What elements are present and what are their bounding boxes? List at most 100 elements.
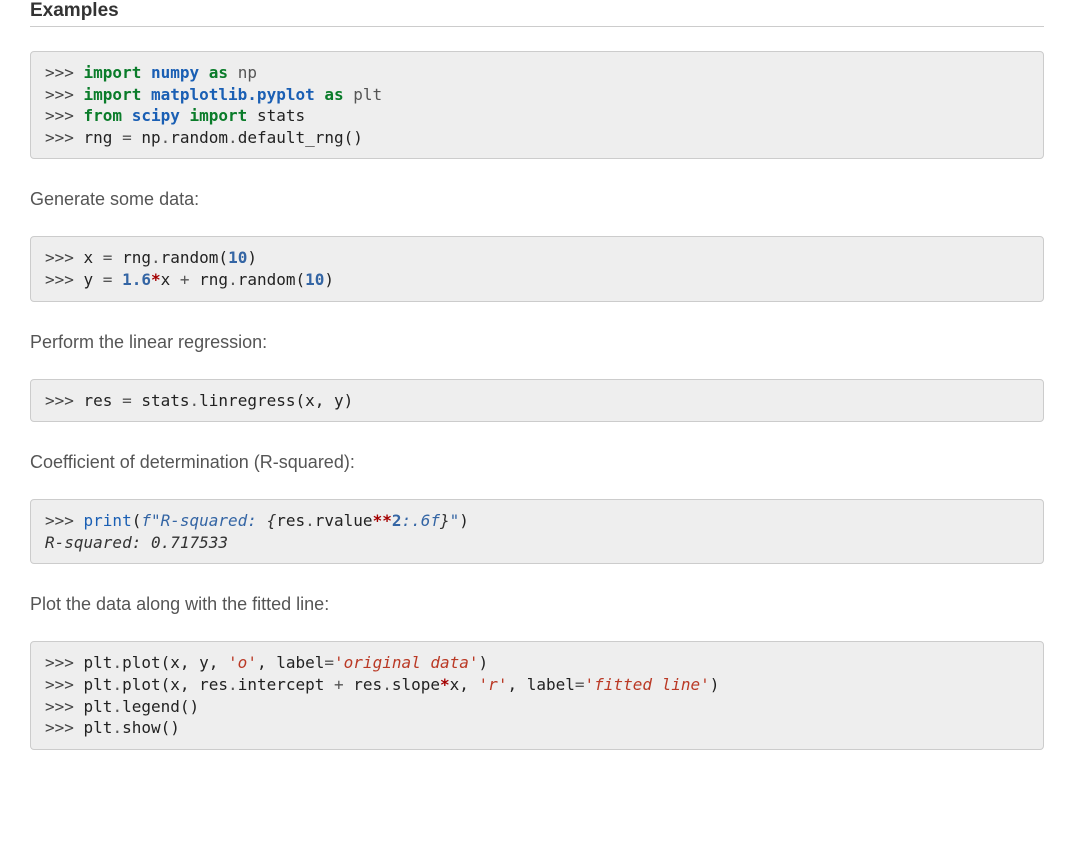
operator: *	[151, 270, 161, 289]
name: plot	[122, 675, 161, 694]
paren: )	[324, 270, 334, 289]
parens: ()	[180, 697, 199, 716]
repl-prompt: >>>	[45, 511, 84, 530]
repl-prompt: >>>	[45, 106, 84, 125]
code-text	[180, 106, 190, 125]
name: plt	[84, 718, 113, 737]
dot: .	[151, 248, 161, 267]
dot: .	[382, 675, 392, 694]
code-text	[141, 63, 151, 82]
name: x	[84, 248, 103, 267]
paren: )	[710, 675, 720, 694]
dot: .	[305, 511, 315, 530]
string: 'r'	[479, 675, 508, 694]
name: plot	[122, 653, 161, 672]
code-block-data: >>> x = rng.random(10) >>> y = 1.6*x + r…	[30, 236, 1044, 301]
name: res	[84, 391, 123, 410]
alias: plt	[353, 85, 382, 104]
module-name: matplotlib.pyplot	[151, 85, 315, 104]
paren: )	[459, 511, 469, 530]
string: f"R-squared:	[141, 511, 266, 530]
repl-prompt: >>>	[45, 85, 84, 104]
operator: =	[103, 248, 113, 267]
code-text	[199, 63, 209, 82]
repl-prompt: >>>	[45, 391, 84, 410]
output-text: R-squared: 0.717533	[45, 533, 228, 552]
name: intercept	[238, 675, 334, 694]
code-text	[122, 106, 132, 125]
parens: (x, y)	[295, 391, 353, 410]
name: slope	[392, 675, 440, 694]
parens: (x, res	[161, 675, 228, 694]
name: , label	[507, 675, 574, 694]
code-text	[315, 85, 325, 104]
name: np	[141, 128, 160, 147]
keyword: from	[84, 106, 123, 125]
repl-prompt: >>>	[45, 248, 84, 267]
operator: +	[180, 270, 199, 289]
name: , label	[257, 653, 324, 672]
name: plt	[84, 653, 113, 672]
keyword: import	[84, 85, 142, 104]
paren: )	[479, 653, 489, 672]
builtin: print	[84, 511, 132, 530]
dot: .	[190, 391, 200, 410]
keyword: as	[209, 63, 228, 82]
description-text: Plot the data along with the fitted line…	[30, 594, 1044, 615]
parens: ()	[344, 128, 363, 147]
name: plt	[84, 697, 113, 716]
alias: np	[238, 63, 257, 82]
repl-prompt: >>>	[45, 697, 84, 716]
parens: (x, y,	[161, 653, 228, 672]
code-text	[132, 391, 142, 410]
operator: **	[373, 511, 392, 530]
name: rng	[199, 270, 228, 289]
operator: =	[122, 391, 132, 410]
name: default_rng	[238, 128, 344, 147]
name: stats	[141, 391, 189, 410]
operator: =	[575, 675, 585, 694]
number: 10	[305, 270, 324, 289]
description-text: Generate some data:	[30, 189, 1044, 210]
name: linregress	[199, 391, 295, 410]
operator: =	[324, 653, 334, 672]
string: 'original data'	[334, 653, 479, 672]
string: 'fitted line'	[585, 675, 710, 694]
code-text	[132, 128, 142, 147]
name: y	[84, 270, 103, 289]
code-text	[344, 85, 354, 104]
code-block-regress: >>> res = stats.linregress(x, y)	[30, 379, 1044, 423]
format-spec: :.6f	[401, 511, 440, 530]
code-block-print: >>> print(f"R-squared: {res.rvalue**2:.6…	[30, 499, 1044, 564]
operator: *	[440, 675, 450, 694]
dot: .	[112, 675, 122, 694]
dot: .	[161, 128, 171, 147]
number: 1.6	[122, 270, 151, 289]
operator: +	[334, 675, 353, 694]
name: legend	[122, 697, 180, 716]
dot: .	[112, 718, 122, 737]
code-text	[228, 63, 238, 82]
operator: =	[122, 128, 132, 147]
name: random	[170, 128, 228, 147]
code-text	[141, 85, 151, 104]
dot: .	[228, 128, 238, 147]
repl-prompt: >>>	[45, 675, 84, 694]
name: res	[353, 675, 382, 694]
string-interp: }	[440, 511, 450, 530]
operator: =	[103, 270, 113, 289]
name: stats	[257, 106, 305, 125]
parens: ()	[161, 718, 180, 737]
keyword: import	[190, 106, 248, 125]
keyword: as	[324, 85, 343, 104]
keyword: import	[84, 63, 142, 82]
repl-prompt: >>>	[45, 270, 84, 289]
repl-prompt: >>>	[45, 128, 84, 147]
description-text: Perform the linear regression:	[30, 332, 1044, 353]
code-text	[112, 270, 122, 289]
number: 10	[228, 248, 247, 267]
paren: (	[132, 511, 142, 530]
name: random	[161, 248, 219, 267]
section-title: Examples	[30, 0, 1044, 27]
paren: (	[218, 248, 228, 267]
